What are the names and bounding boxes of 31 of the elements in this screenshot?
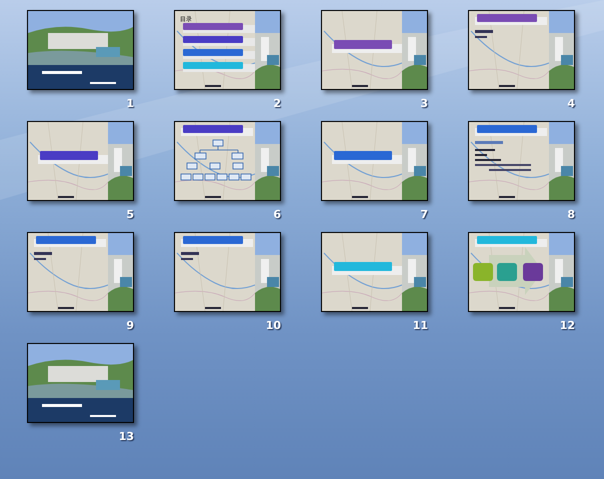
org-chart-drawing	[180, 140, 252, 180]
slide-thumbnail[interactable]	[27, 343, 134, 423]
slide-thumbnail[interactable]	[174, 232, 281, 312]
slide-number: 11	[412, 319, 428, 333]
slide-number: 10	[266, 319, 281, 333]
slide-number: 13	[118, 430, 134, 444]
slide-number: 3	[420, 97, 428, 111]
slide-number: 12	[560, 319, 575, 333]
slide-thumbnail[interactable]	[27, 232, 134, 312]
slide-number: 1	[126, 97, 134, 111]
slide-thumbnail[interactable]	[174, 121, 281, 201]
slide-thumbnail[interactable]	[27, 10, 134, 90]
slide-number: 7	[420, 208, 428, 222]
slide-thumbnail[interactable]	[321, 121, 428, 201]
text-lines-drawing	[475, 141, 531, 171]
process-steps-drawing	[473, 247, 543, 295]
slide-number: 4	[567, 97, 575, 111]
slide-thumbnail[interactable]	[468, 121, 575, 201]
slide-number: 2	[273, 97, 281, 111]
slide-number: 9	[126, 319, 134, 333]
text-lines-drawing	[34, 252, 52, 260]
slide-thumbnail[interactable]	[321, 232, 428, 312]
text-lines-drawing	[475, 30, 493, 38]
text-lines-drawing	[181, 252, 199, 260]
slide-thumbnail[interactable]	[468, 232, 575, 312]
slide-thumbnail[interactable]	[321, 10, 428, 90]
slide-thumbnail[interactable]	[27, 121, 134, 201]
slide-thumbnail[interactable]	[468, 10, 575, 90]
slide-number: 5	[126, 208, 134, 222]
slide-number: 8	[567, 208, 575, 222]
slide-number: 6	[273, 208, 281, 222]
